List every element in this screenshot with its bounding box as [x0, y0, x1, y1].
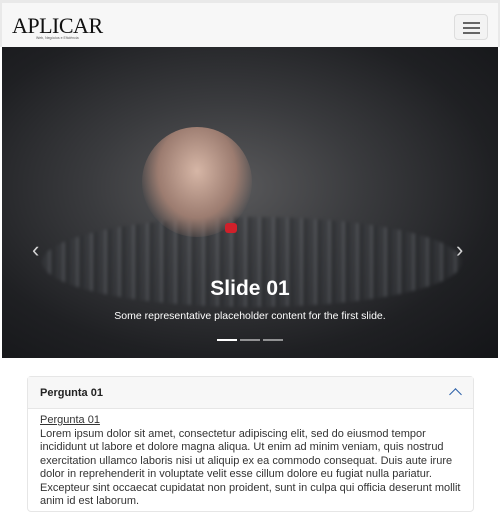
chevron-right-icon[interactable]: ›	[456, 237, 463, 263]
slide-image-hand	[142, 127, 252, 237]
navbar: APLICAR Web, Negócios e Eficiência	[0, 0, 500, 47]
chevron-left-icon[interactable]: ‹	[32, 237, 39, 263]
accordion-header[interactable]: Pergunta 01	[28, 377, 473, 409]
accordion-title: Pergunta 01	[40, 387, 103, 399]
hamburger-icon-line	[463, 32, 480, 34]
brand-logo[interactable]: APLICAR Web, Negócios e Eficiência	[12, 13, 103, 43]
accordion-text: Lorem ipsum dolor sit amet, consectetur …	[40, 427, 461, 508]
accordion-subtitle[interactable]: Pergunta 01	[40, 414, 461, 428]
slide-image-red-piece	[225, 223, 237, 233]
accordion-body: Pergunta 01 Lorem ipsum dolor sit amet, …	[28, 409, 473, 511]
carousel-indicator-3[interactable]	[263, 339, 283, 341]
hamburger-icon-line	[463, 27, 480, 29]
carousel-indicator-1[interactable]	[217, 339, 237, 341]
brand-tagline: Web, Negócios e Eficiência	[36, 36, 79, 40]
carousel: ‹ › Slide 01 Some representative placeho…	[2, 47, 498, 358]
hamburger-icon	[463, 22, 480, 24]
carousel-indicator-2[interactable]	[240, 339, 260, 341]
accordion-item: Pergunta 01 Pergunta 01 Lorem ipsum dolo…	[27, 376, 474, 512]
slide-text: Some representative placeholder content …	[114, 310, 386, 322]
chevron-up-icon	[449, 388, 462, 401]
slide-title: Slide 01	[210, 277, 290, 300]
menu-toggle-button[interactable]	[454, 14, 488, 40]
